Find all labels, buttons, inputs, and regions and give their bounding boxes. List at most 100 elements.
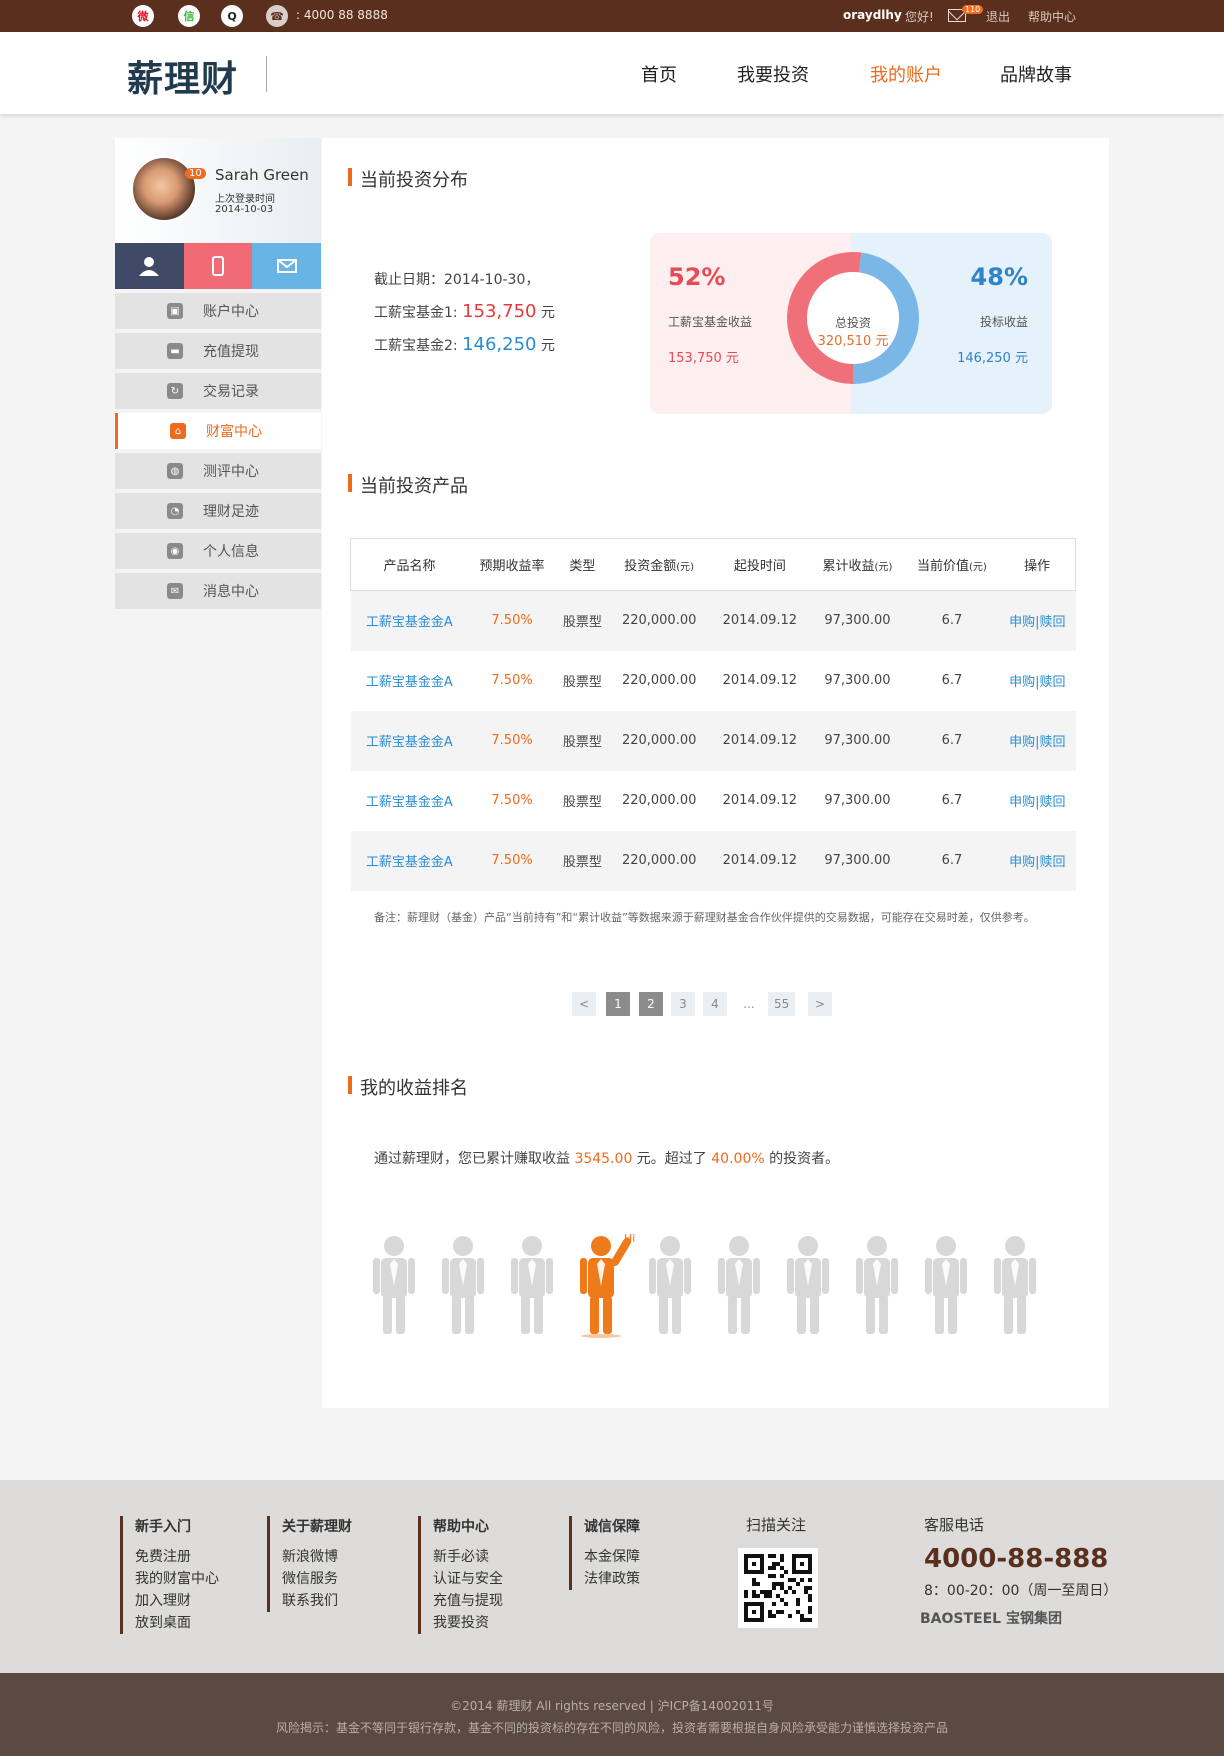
footer-link[interactable]: 充值与提现 <box>433 1590 503 1612</box>
footer-link[interactable]: 微信服务 <box>282 1568 352 1590</box>
footer-link[interactable]: 加入理财 <box>135 1590 219 1612</box>
wechat-icon[interactable]: 信 <box>178 5 200 27</box>
cell-action[interactable]: 申购|赎回 <box>999 771 1075 831</box>
footer-link[interactable]: 新浪微博 <box>282 1546 352 1568</box>
copyright-line: ©2014 薪理财 All rights reserved | 沪ICP备140… <box>450 1699 774 1713</box>
cell-name[interactable]: 工薪宝基金金A <box>350 830 469 891</box>
fund2-value: 146,250 <box>462 334 537 355</box>
person-icon <box>856 1236 898 1334</box>
site-logo[interactable]: 薪理财 <box>127 50 238 102</box>
page-button[interactable]: 55 <box>768 992 796 1016</box>
cell-value: 6.7 <box>904 590 1000 651</box>
sidebar-item-assessment[interactable]: ◍ 测评中心 <box>115 453 321 489</box>
ranking-summary: 通过薪理财，您已累计赚取收益 3545.00 元。超过了 40.00% 的投资者… <box>374 1148 839 1168</box>
page-button[interactable]: 2 <box>639 992 663 1016</box>
qr-code-icon <box>744 1554 812 1622</box>
sidebar-item-wealth-center[interactable]: ⌂ 财富中心 <box>115 413 321 449</box>
user-icon[interactable] <box>115 243 184 289</box>
page-ellipsis: ... <box>743 997 755 1011</box>
footer-link[interactable]: 新手必读 <box>433 1546 503 1568</box>
footer-link[interactable]: 放到桌面 <box>135 1612 219 1634</box>
unit: 元 <box>540 338 555 354</box>
cell-name[interactable]: 工薪宝基金金A <box>351 771 469 831</box>
footer-column-title: 帮助中心 <box>433 1519 489 1535</box>
sidebar-item-messages[interactable]: ✉ 消息中心 <box>115 573 321 609</box>
avatar[interactable] <box>131 156 197 222</box>
sidebar-menu: ▣ 账户中心 ▬ 充值提现 ↻ 交易记录 ⌂ 财富中心 ◍ 测评中心 ◔ 理财足迹 ◉ 个人信… <box>115 293 321 609</box>
cell-type: 股票型 <box>562 675 602 690</box>
cell-rate: 7.50% <box>468 590 557 651</box>
cell-action[interactable]: 申购|赎回 <box>999 830 1076 891</box>
section-title-ranking: 我的收益排名 <box>348 1074 468 1100</box>
cell-income: 97,300.00 <box>810 590 905 651</box>
col-header-text: 累计收益 <box>822 559 875 574</box>
cell-action[interactable]: 申购|赎回 <box>999 710 1076 771</box>
col-header-unit: (元) <box>676 562 695 573</box>
sidebar-item-account-center[interactable]: ▣ 账户中心 <box>115 293 321 329</box>
cell-name[interactable]: 工薪宝基金金A <box>350 710 469 771</box>
mobile-icon[interactable] <box>183 243 253 289</box>
footer-link[interactable]: 联系我们 <box>282 1590 352 1612</box>
col-header: 预期收益率 <box>468 538 557 591</box>
prev-page-button[interactable]: < <box>572 992 596 1016</box>
right-value: 146,250 元 <box>957 351 1028 366</box>
nav-my-account[interactable]: 我的账户 <box>870 61 942 87</box>
service-phone: 4000-88-888 <box>924 1544 1109 1574</box>
person-icon <box>925 1236 967 1334</box>
globe-icon: ◍ <box>167 463 183 479</box>
table-row: 工薪宝基金金A 7.50% 股票型 220,000.00 2014.09.12 97,30… <box>350 590 1076 651</box>
nav-home[interactable]: 首页 <box>641 61 677 87</box>
footer-column: 新手入门免费注册 我的财富中心 加入理财 放到桌面 <box>120 1516 219 1634</box>
profile-card: 10 Sarah Green 上次登录时间 2014-10-03 <box>115 138 321 243</box>
footer-column: 诚信保障 本金保障 法律政策 <box>569 1516 640 1590</box>
section-title-products: 当前投资产品 <box>348 472 468 498</box>
refresh-icon: ↻ <box>167 383 183 399</box>
col-header-unit: (元) <box>969 562 987 573</box>
phone-icon: ☎ <box>266 5 288 27</box>
page-button[interactable]: 1 <box>606 992 630 1016</box>
sidebar-item-label: 充值提现 <box>203 344 259 360</box>
fund1-label: 工薪宝基金1: <box>374 305 458 321</box>
footer-link[interactable]: 认证与安全 <box>433 1568 503 1590</box>
footer-column-title: 新手入门 <box>135 1519 191 1535</box>
cell-income: 97,300.00 <box>824 793 891 808</box>
fund2-label: 工薪宝基金2: <box>374 338 458 354</box>
username-link[interactable]: oraydlhy <box>843 8 902 22</box>
col-header-unit: (元) <box>874 562 893 573</box>
beat-percent: 40.00% <box>711 1151 765 1167</box>
cell-start: 2014.09.12 <box>709 590 811 651</box>
partner-logo[interactable]: BAOSTEEL 宝钢集团 <box>920 1608 1062 1628</box>
cell-name[interactable]: 工薪宝基金金A <box>351 651 469 711</box>
footer-link[interactable]: 我的财富中心 <box>135 1568 219 1590</box>
cell-action[interactable]: 申购|赎回 <box>999 590 1076 651</box>
nav-invest[interactable]: 我要投资 <box>737 61 809 87</box>
footer-link[interactable]: 我要投资 <box>433 1612 503 1634</box>
top-bar: 微 信 Q ☎ : 4000 88 8888 oraydlhy 您好! 110 … <box>0 0 1224 32</box>
next-page-button[interactable]: > <box>808 992 832 1016</box>
nav-brand-story[interactable]: 品牌故事 <box>1000 61 1072 87</box>
table-row: 工薪宝基金金A 7.50% 股票型 220,000.00 2014.09.12 97,30… <box>350 710 1076 771</box>
sidebar-item-label: 理财足迹 <box>203 504 259 520</box>
sidebar-item-recharge[interactable]: ▬ 充值提现 <box>115 333 321 369</box>
page-button[interactable]: 4 <box>703 992 727 1016</box>
cell-name[interactable]: 工薪宝基金金A <box>350 590 469 651</box>
email-icon[interactable] <box>252 243 322 289</box>
footer-link[interactable]: 免费注册 <box>135 1546 219 1568</box>
sidebar-item-transactions[interactable]: ↻ 交易记录 <box>115 373 321 409</box>
weibo-icon[interactable]: 微 <box>132 5 154 27</box>
col-header-text: 当前价值 <box>917 559 970 574</box>
person-icon <box>787 1236 829 1334</box>
left-value: 153,750 元 <box>668 351 739 366</box>
footer-link[interactable]: 法律政策 <box>584 1568 640 1590</box>
help-link[interactable]: 帮助中心 <box>1028 8 1076 25</box>
page-button[interactable]: 3 <box>671 992 695 1016</box>
sidebar-item-footprint[interactable]: ◔ 理财足迹 <box>115 493 321 529</box>
sidebar-item-personal-info[interactable]: ◉ 个人信息 <box>115 533 321 569</box>
cell-action[interactable]: 申购|赎回 <box>999 651 1075 711</box>
products-table: 产品名称 预期收益率 类型 投资金额(元) 起投时间 累计收益(元) 当前价值(… <box>350 538 1077 891</box>
footer-link[interactable]: 本金保障 <box>584 1546 640 1568</box>
qq-icon[interactable]: Q <box>221 5 243 27</box>
site-header: 薪理财 首页 我要投资 我的账户 品牌故事 <box>0 32 1224 114</box>
cell-income: 97,300.00 <box>824 673 891 688</box>
logout-link[interactable]: 退出 <box>986 8 1010 25</box>
